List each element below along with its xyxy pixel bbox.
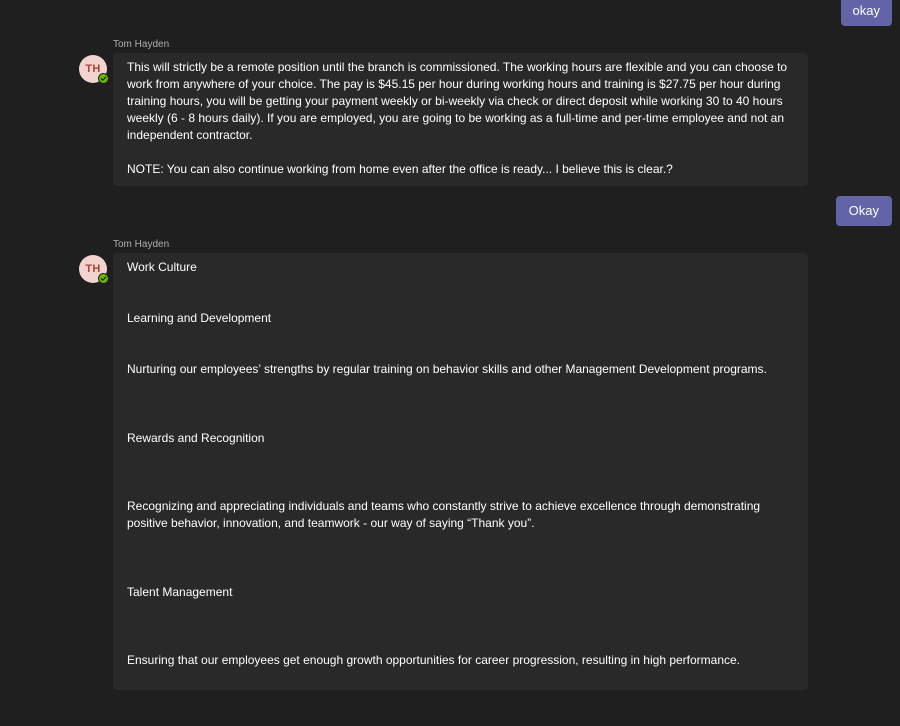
section-heading: Learning and Development <box>127 311 272 325</box>
avatar-initials: TH <box>85 63 101 75</box>
section-body: Recognizing and appreciating individuals… <box>127 499 761 530</box>
section-heading: Talent Management <box>127 585 233 599</box>
section-body: Ensuring that our employees get enough g… <box>127 653 741 667</box>
incoming-message[interactable]: This will strictly be a remote position … <box>113 53 808 186</box>
sender-name: Tom Hayden <box>113 239 170 250</box>
presence-available-icon <box>98 73 109 84</box>
outgoing-message[interactable]: okay <box>840 0 892 26</box>
message-paragraph: NOTE: You can also continue working from… <box>127 162 673 176</box>
avatar[interactable]: TH <box>79 55 109 84</box>
outgoing-message-text: Okay <box>848 203 879 218</box>
avatar[interactable]: TH <box>79 255 109 284</box>
section-heading: Rewards and Recognition <box>127 431 265 445</box>
sender-name: Tom Hayden <box>113 39 170 50</box>
message-paragraph: This will strictly be a remote position … <box>127 60 788 142</box>
section-heading: Work Culture <box>127 260 197 274</box>
presence-available-icon <box>98 273 109 284</box>
outgoing-message[interactable]: Okay <box>835 196 892 226</box>
avatar-initials: TH <box>85 263 101 275</box>
incoming-message[interactable]: Work Culture Learning and Development Nu… <box>113 253 808 690</box>
section-body: Nurturing our employees’ strengths by re… <box>127 362 767 376</box>
outgoing-message-text: okay <box>852 3 880 18</box>
